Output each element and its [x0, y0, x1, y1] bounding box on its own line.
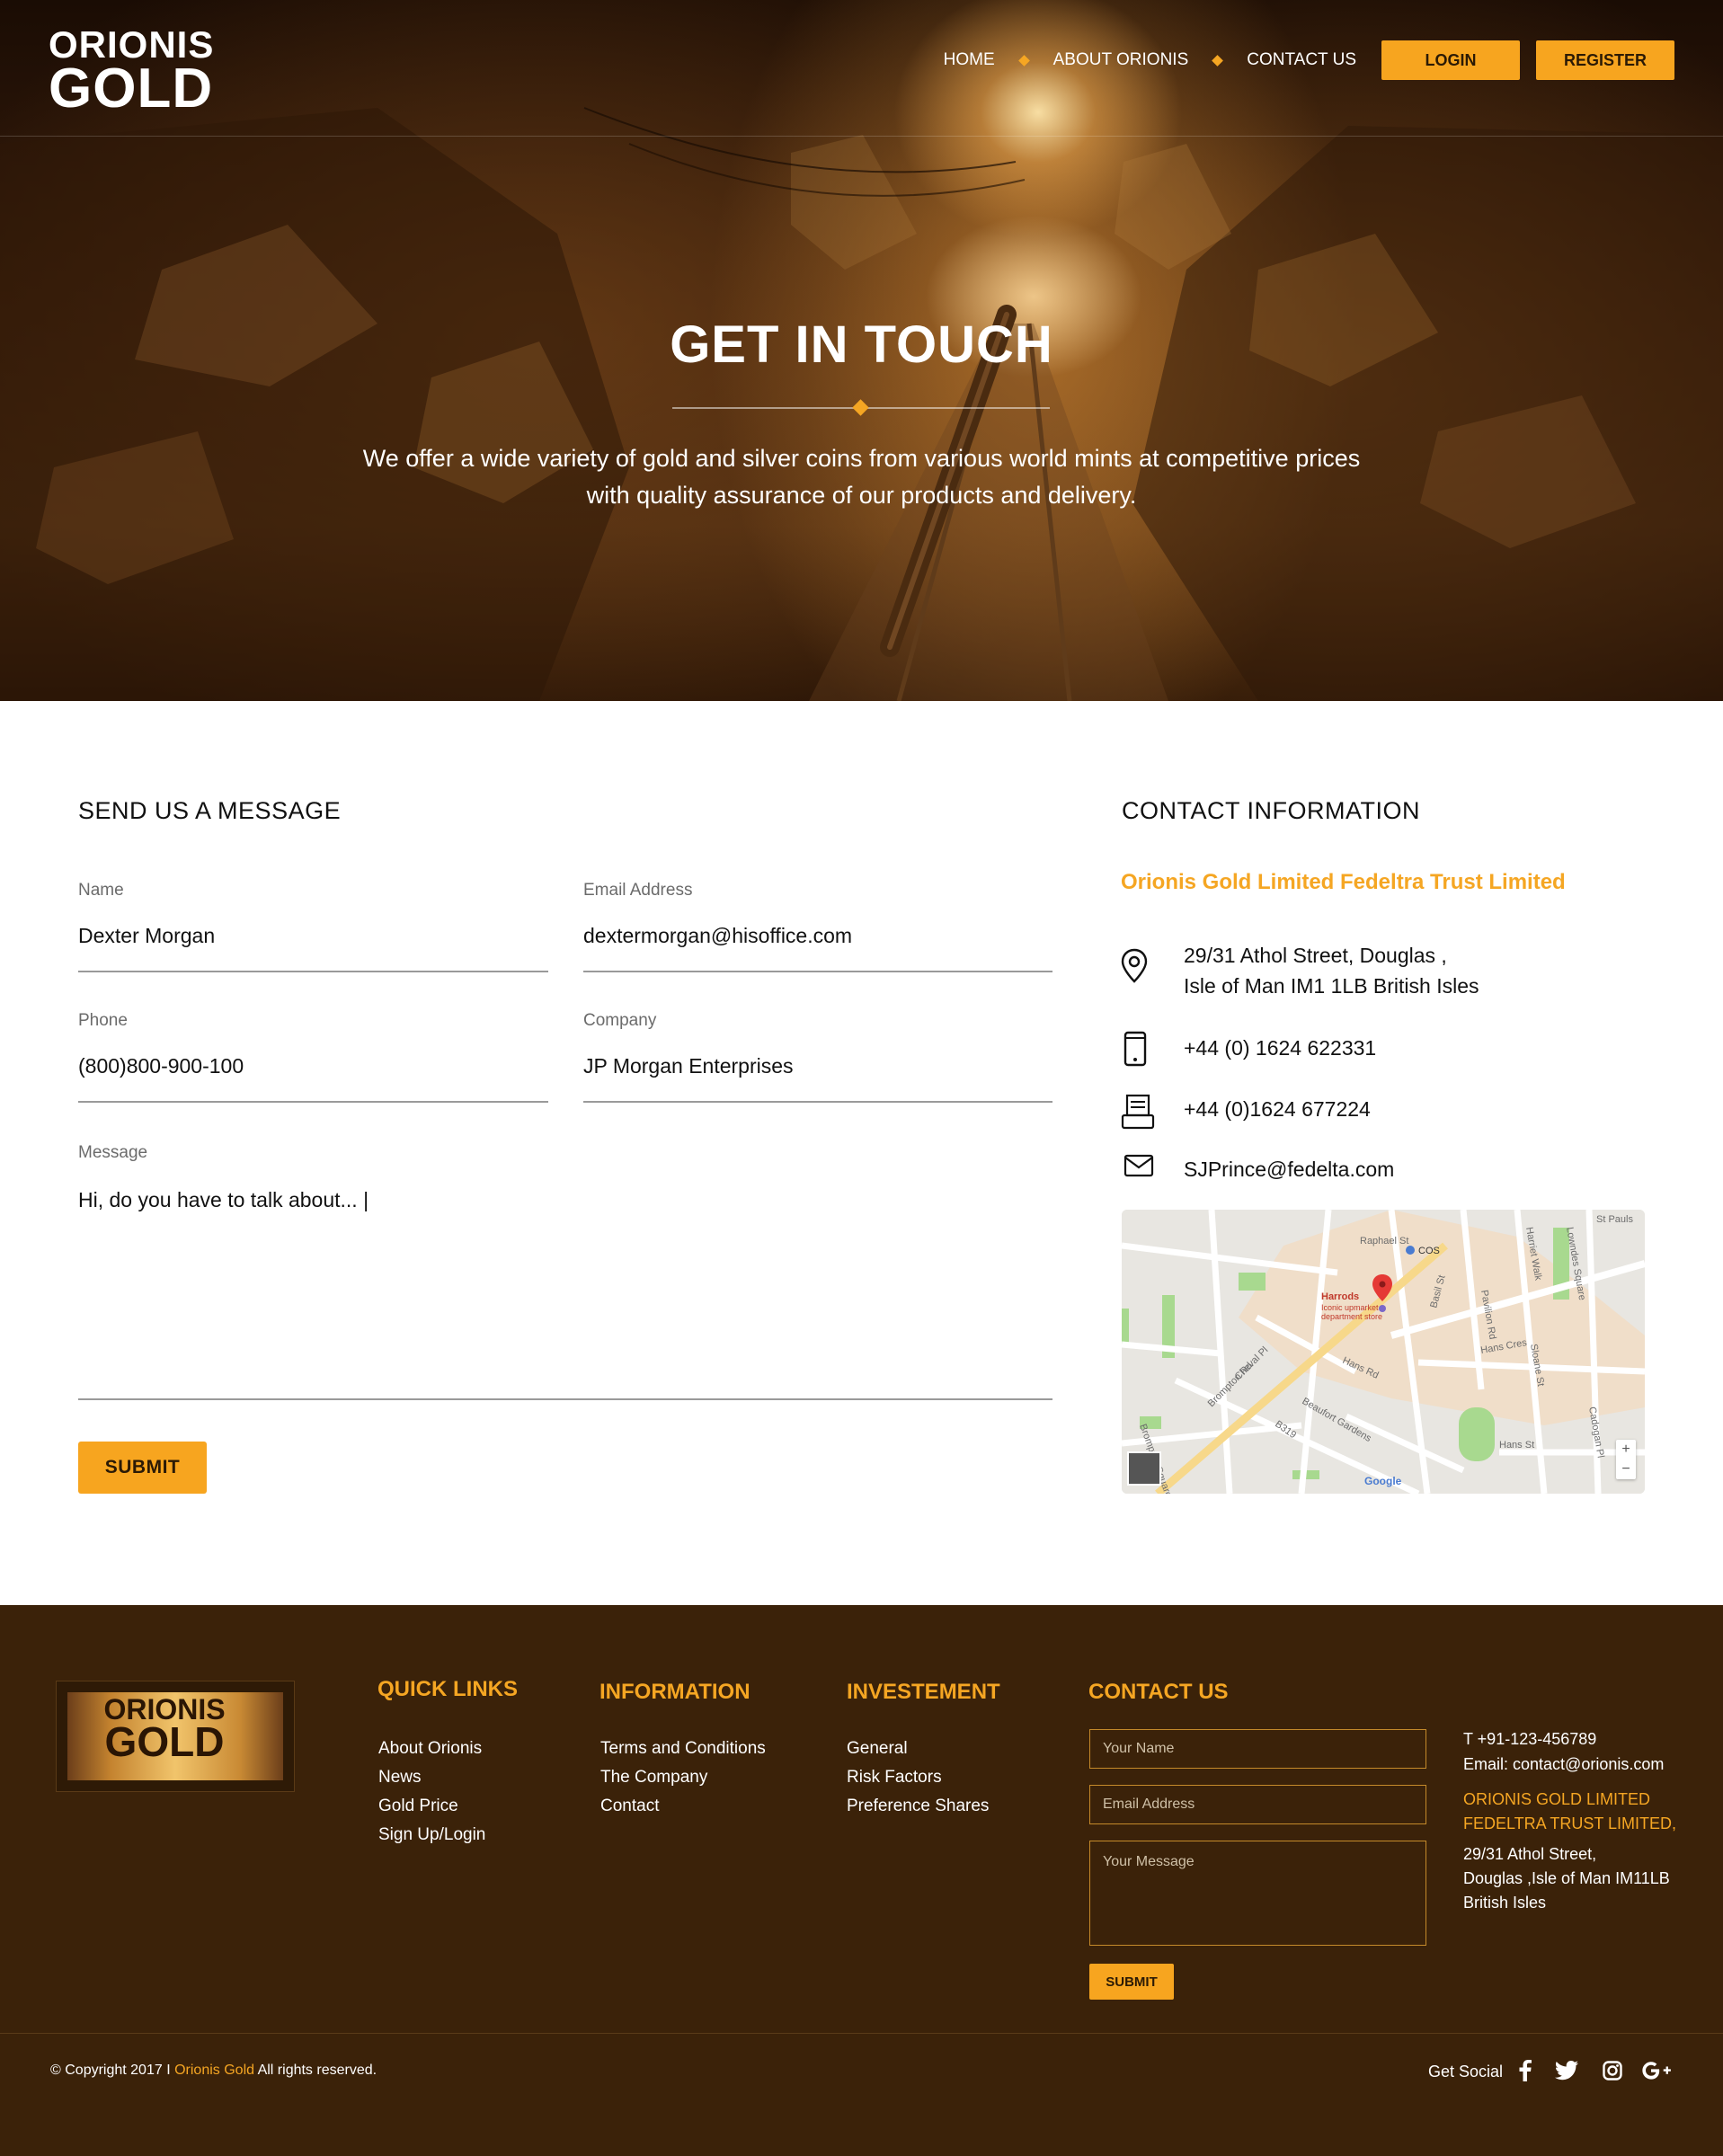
contact-info-title: CONTACT INFORMATION — [1122, 797, 1420, 824]
footer-address-line-3: British Isles — [1463, 1894, 1547, 1912]
map-graphic: Raphael St Harrods Iconic upmarket depar… — [1122, 1210, 1645, 1494]
footer-link-signup-login[interactable]: Sign Up/Login — [378, 1825, 485, 1845]
satellite-toggle — [1127, 1451, 1161, 1486]
footer-company-line-2: FEDELTRA TRUST LIMITED, — [1463, 1814, 1677, 1832]
footer-logo-line-2: GOLD — [104, 1718, 225, 1766]
map-label: COS — [1418, 1246, 1440, 1256]
map-label: department store — [1321, 1312, 1382, 1321]
twitter-icon[interactable] — [1554, 2058, 1579, 2083]
map-label: St Pauls — [1596, 1214, 1633, 1225]
email-label: Email Address — [583, 881, 693, 900]
footer-address-line-1: 29/31 Athol Street, — [1463, 1845, 1597, 1863]
footer-company-line-1: ORIONIS GOLD LIMITED — [1463, 1790, 1651, 1808]
phone-field[interactable]: (800)800-900-100 — [78, 1054, 244, 1078]
footer-phone: T +91-123-456789 — [1463, 1730, 1597, 1748]
nav-home[interactable]: HOME — [944, 50, 995, 70]
location-map[interactable]: Raphael St Harrods Iconic upmarket depar… — [1122, 1210, 1645, 1494]
footer-logo[interactable]: ORIONIS GOLD — [56, 1681, 295, 1792]
zoom-in-button[interactable]: + — [1616, 1440, 1636, 1460]
nav-contact-us[interactable]: CONTACT US — [1247, 50, 1356, 70]
map-label: Harrods — [1321, 1291, 1359, 1302]
footer-link-risk-factors[interactable]: Risk Factors — [847, 1768, 942, 1788]
login-button[interactable]: LOGIN — [1381, 40, 1520, 80]
facebook-icon[interactable] — [1513, 2058, 1538, 2083]
footer-link-terms[interactable]: Terms and Conditions — [600, 1739, 766, 1759]
name-field[interactable]: Dexter Morgan — [78, 924, 215, 948]
google-plus-icon[interactable] — [1641, 2058, 1672, 2083]
company-label: Company — [583, 1011, 657, 1030]
copyright-suffix: All rights reserved. — [257, 2063, 377, 2078]
footer-link-general[interactable]: General — [847, 1739, 908, 1759]
fax-icon — [1121, 1094, 1155, 1130]
address-line-2: Isle of Man IM1 1LB British Isles — [1184, 974, 1479, 998]
footer-link-company[interactable]: The Company — [600, 1768, 707, 1788]
footer-link-gold-price[interactable]: Gold Price — [378, 1797, 458, 1816]
company-underline — [583, 1101, 1052, 1103]
envelope-icon — [1124, 1154, 1154, 1177]
footer-link-contact[interactable]: Contact — [600, 1797, 659, 1816]
logo[interactable]: ORIONIS GOLD — [49, 26, 214, 120]
email-underline — [583, 971, 1052, 972]
copyright-brand-link[interactable]: Orionis Gold — [174, 2063, 254, 2078]
footer-logo-text: ORIONIS GOLD — [78, 1695, 251, 1766]
hero-title: GET IN TOUCH — [670, 315, 1053, 374]
message-field[interactable]: Hi, do you have to talk about... | — [78, 1188, 369, 1212]
company-name: Orionis Gold Limited Fedeltra Trust Limi… — [1121, 870, 1566, 894]
email-address[interactable]: SJPrince@fedelta.com — [1184, 1154, 1394, 1184]
investment-heading: INVESTEMENT — [847, 1680, 1000, 1704]
nav-separator-icon — [1212, 54, 1224, 67]
nav-divider — [0, 136, 1723, 137]
submit-button[interactable]: SUBMIT — [78, 1442, 207, 1494]
information-heading: INFORMATION — [599, 1680, 750, 1704]
name-underline — [78, 971, 548, 972]
footer-email[interactable]: Email: contact@orionis.com — [1463, 1752, 1664, 1777]
footer-link-preference-shares[interactable]: Preference Shares — [847, 1797, 989, 1816]
copyright-prefix: © Copyright 2017 I — [50, 2063, 171, 2078]
footer-message-input[interactable]: Your Message — [1089, 1841, 1426, 1946]
fax-number: +44 (0)1624 677224 — [1184, 1097, 1371, 1121]
contact-us-heading: CONTACT US — [1088, 1680, 1229, 1704]
google-logo: Google — [1364, 1475, 1402, 1487]
get-social-label: Get Social — [1428, 2063, 1504, 2081]
location-pin-icon — [1121, 948, 1148, 983]
instagram-icon[interactable] — [1600, 2058, 1625, 2083]
quick-links-heading: QUICK LINKS — [377, 1677, 518, 1701]
company-field[interactable]: JP Morgan Enterprises — [583, 1054, 794, 1078]
hero-banner: ORIONIS GOLD HOME ABOUT ORIONIS CONTACT … — [0, 0, 1723, 701]
zoom-out-button[interactable]: − — [1616, 1460, 1636, 1479]
email-field[interactable]: dextermorgan@hisoffice.com — [583, 924, 852, 948]
footer-submit-button[interactable]: SUBMIT — [1089, 1964, 1174, 2000]
copyright: © Copyright 2017 I Orionis Gold All righ… — [50, 2063, 377, 2079]
map-label: Hans St — [1499, 1440, 1534, 1451]
zoom-control: + − — [1616, 1440, 1636, 1479]
footer-name-input[interactable]: Your Name — [1089, 1729, 1426, 1769]
footer-divider — [0, 2033, 1723, 2034]
register-button[interactable]: REGISTER — [1536, 40, 1674, 80]
message-underline — [78, 1398, 1052, 1400]
hero-subtitle: We offer a wide variety of gold and silv… — [362, 445, 1361, 509]
phone-number: +44 (0) 1624 622331 — [1184, 1036, 1377, 1060]
footer-email-input[interactable]: Email Address — [1089, 1785, 1426, 1824]
map-label: Iconic upmarket — [1321, 1303, 1379, 1312]
nav-about-orionis[interactable]: ABOUT ORIONIS — [1053, 50, 1189, 70]
address-line-1: 29/31 Athol Street, Douglas , — [1184, 944, 1447, 967]
map-label: Raphael St — [1360, 1236, 1408, 1247]
logo-line-2: GOLD — [49, 57, 214, 120]
phone-label: Phone — [78, 1011, 128, 1030]
mobile-phone-icon — [1124, 1031, 1147, 1067]
footer-link-about[interactable]: About Orionis — [378, 1739, 482, 1759]
nav-separator-icon — [1017, 54, 1030, 67]
message-label: Message — [78, 1143, 148, 1162]
name-label: Name — [78, 881, 124, 900]
footer-address-line-2: Douglas ,Isle of Man IM11LB — [1463, 1869, 1670, 1887]
main-nav: HOME ABOUT ORIONIS CONTACT US LOGIN REGI… — [944, 40, 1723, 81]
form-title: SEND US A MESSAGE — [78, 797, 342, 824]
footer-link-news[interactable]: News — [378, 1768, 422, 1788]
phone-underline — [78, 1101, 548, 1103]
